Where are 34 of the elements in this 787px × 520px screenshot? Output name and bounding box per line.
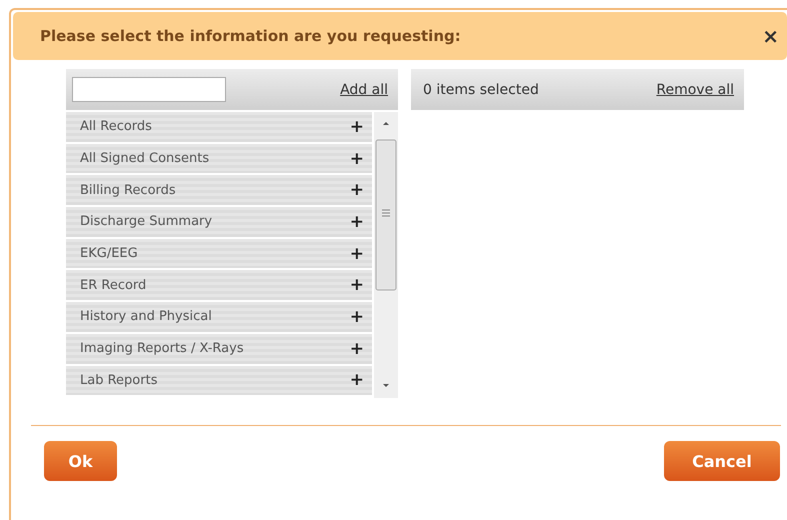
remove-all-link[interactable]: Remove all [656, 82, 734, 98]
list-item[interactable]: Discharge Summary + [66, 207, 372, 237]
add-button[interactable]: + [350, 148, 364, 169]
add-button[interactable]: + [350, 370, 364, 390]
list-item[interactable]: All Records + [66, 112, 372, 142]
add-button[interactable]: + [350, 275, 364, 296]
item-label: All Records [80, 119, 152, 134]
selected-count: 0 items selected [422, 82, 539, 98]
item-label: ER Record [80, 278, 146, 293]
item-label: History and Physical [80, 309, 212, 324]
scrollbar-drawing[interactable] [374, 112, 398, 398]
list-item[interactable]: Billing Records + [66, 175, 372, 206]
add-button[interactable]: + [350, 116, 364, 137]
item-label: Discharge Summary [80, 214, 212, 230]
item-label: Lab Reports [80, 372, 158, 388]
item-label: EKG/EEG [80, 246, 138, 262]
add-button[interactable]: + [350, 212, 364, 232]
add-button[interactable]: + [350, 306, 364, 327]
list-item[interactable]: All Signed Consents + [66, 144, 372, 174]
add-button[interactable]: + [350, 180, 364, 200]
add-button[interactable]: + [350, 338, 364, 359]
item-label: Billing Records [80, 182, 176, 198]
list-item[interactable]: Imaging Reports / X-Rays + [66, 334, 372, 364]
dialog-title: Please select the information are you requesting: [40, 27, 462, 45]
search-field[interactable] [72, 77, 226, 102]
list-item[interactable]: History and Physical + [66, 302, 372, 332]
add-button[interactable]: + [350, 244, 364, 264]
list-item[interactable]: Lab Reports + [66, 366, 372, 396]
list-item[interactable]: ER Record + [66, 270, 372, 300]
add-all-link[interactable]: Add all [340, 82, 388, 98]
item-label: All Signed Consents [80, 151, 210, 166]
item-label: Imaging Reports / X-Rays [80, 341, 244, 356]
close-button[interactable]: × [762, 24, 779, 48]
list-item[interactable]: EKG/EEG + [66, 238, 372, 268]
